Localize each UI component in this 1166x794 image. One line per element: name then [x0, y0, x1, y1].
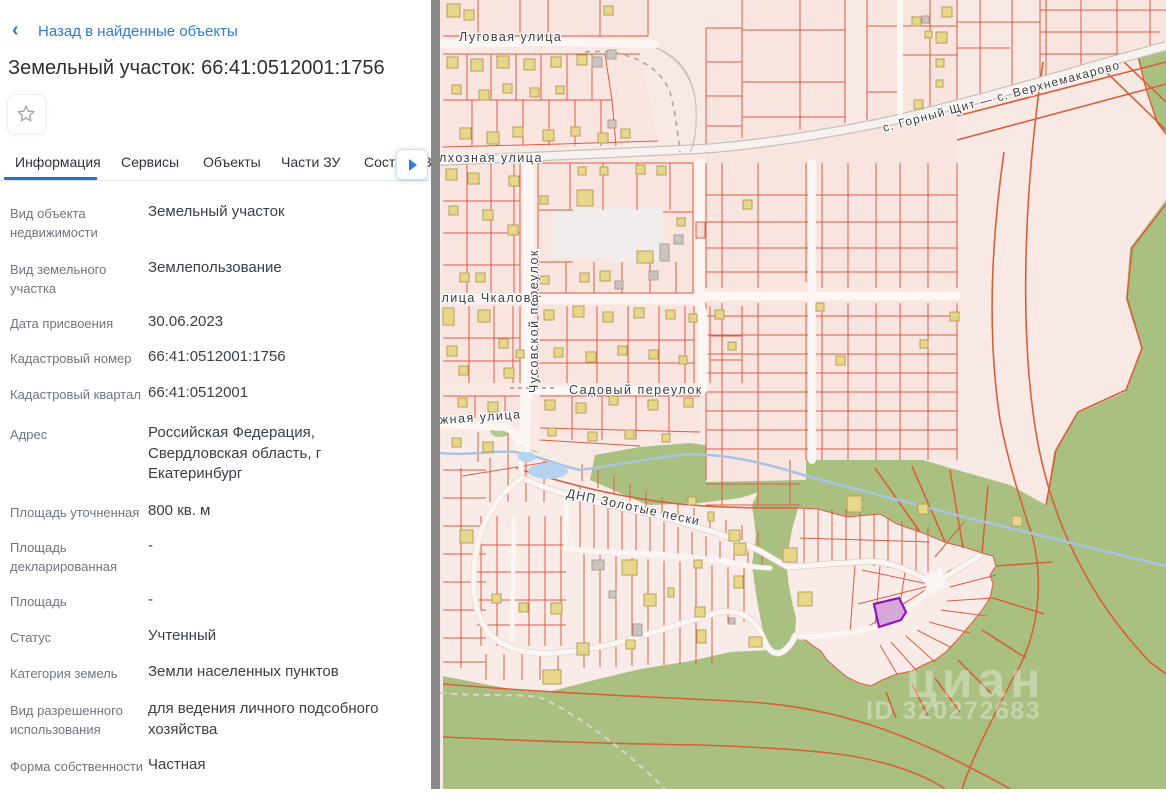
svg-text:лхозная улица: лхозная улица — [440, 151, 543, 165]
svg-text:улица Чкалова: улица Чкалова — [440, 291, 540, 305]
svg-text:Чусовской переулок: Чусовской переулок — [527, 249, 541, 393]
svg-text:Садовый переулок: Садовый переулок — [569, 383, 703, 397]
svg-text:Луговая улица: Луговая улица — [459, 30, 562, 44]
svg-text:ID 320272683: ID 320272683 — [866, 697, 1041, 725]
